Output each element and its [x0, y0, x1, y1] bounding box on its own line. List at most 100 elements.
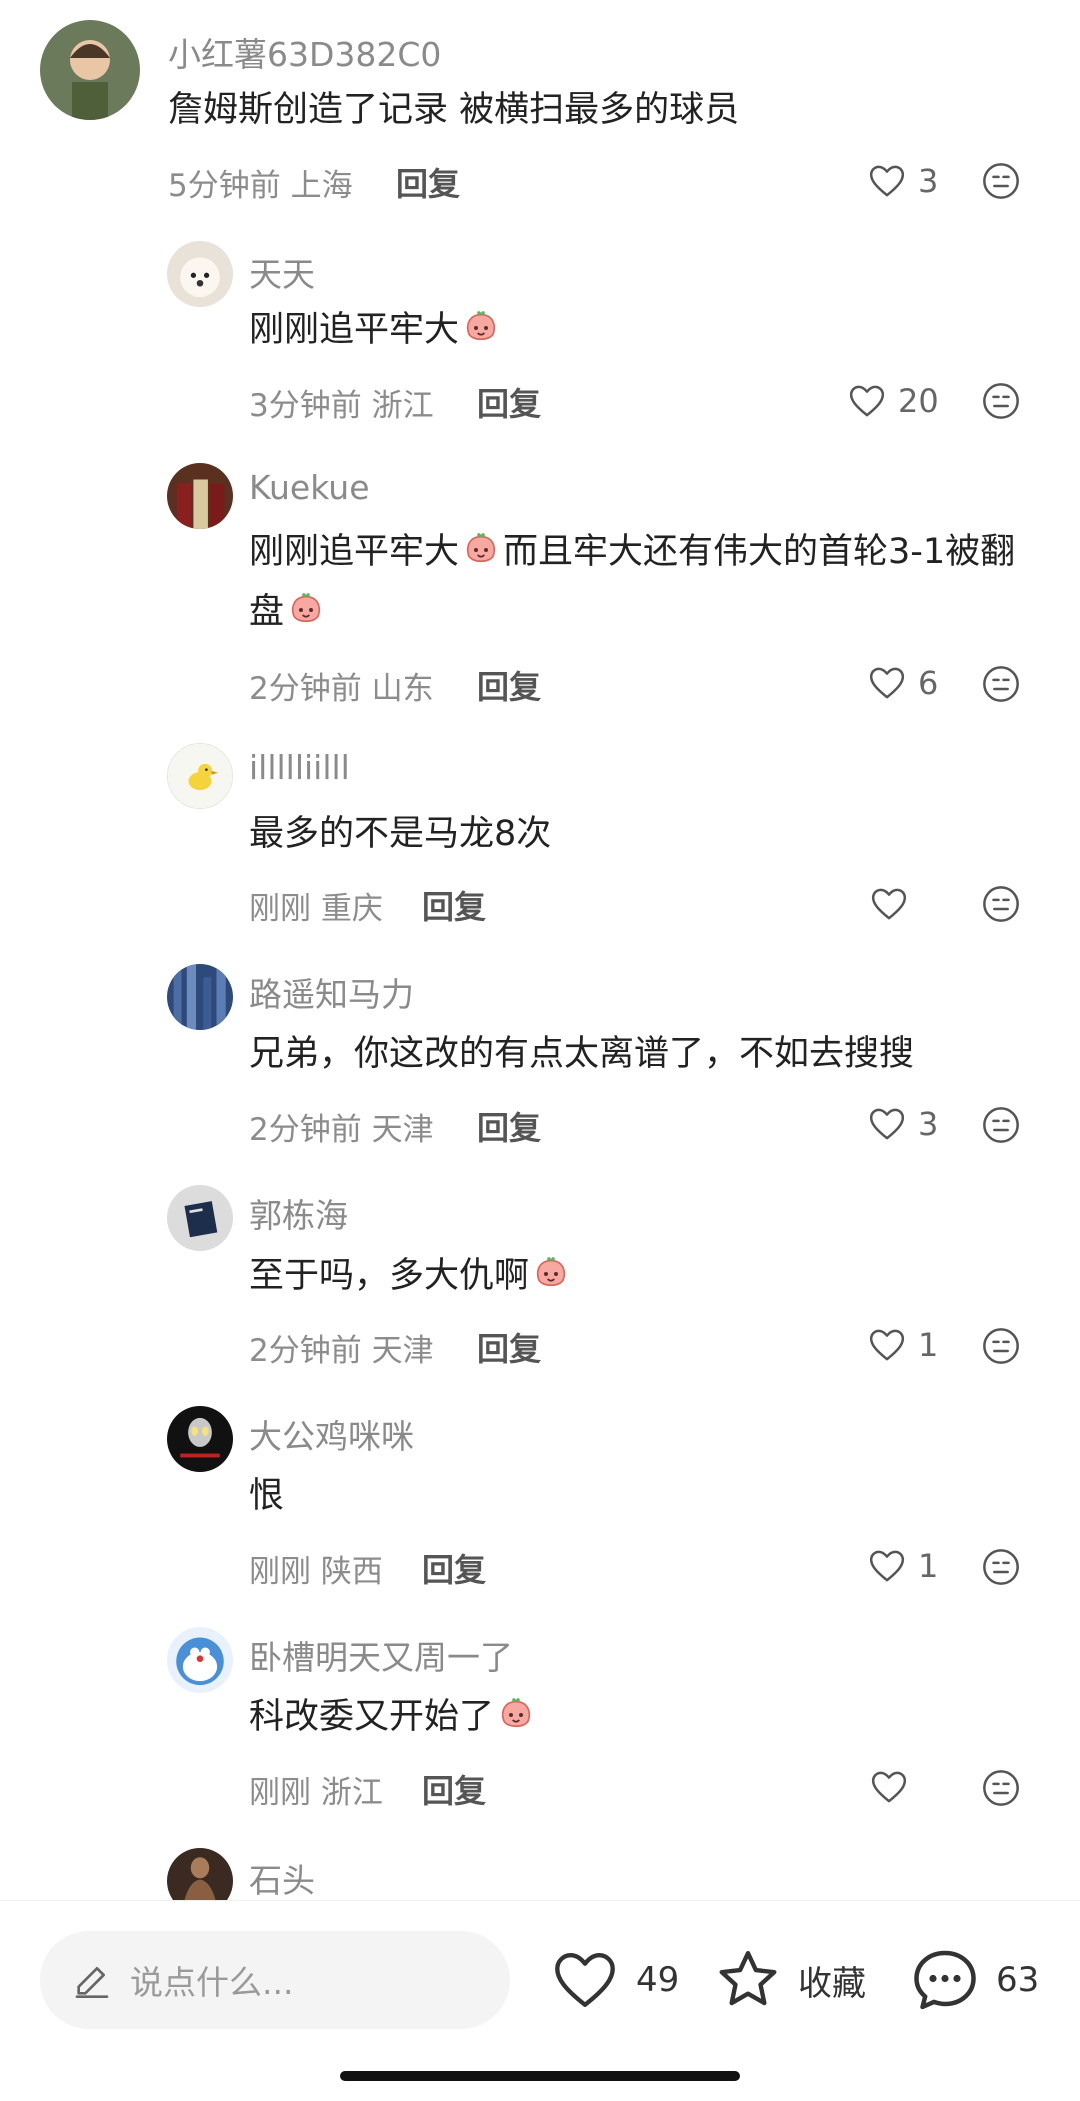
like-button[interactable]: 3	[866, 1101, 938, 1147]
heart-outline-icon	[846, 381, 888, 421]
comment-username[interactable]: 小红薯63D382C0	[168, 28, 441, 76]
comment-time: 刚刚	[249, 1554, 311, 1590]
comment-meta: 2分钟前 天津	[249, 1104, 434, 1149]
reply-button[interactable]: 回复	[422, 1766, 486, 1812]
comment-location: 天津	[371, 1333, 434, 1369]
comment-time: 2分钟前	[249, 1112, 362, 1148]
comment-time: 5分钟前	[168, 168, 281, 204]
comment-meta: 刚刚 陕西	[249, 1546, 383, 1591]
reply-button[interactable]: 回复	[396, 159, 460, 205]
avatar[interactable]	[167, 1406, 233, 1472]
peach-emoji-icon	[531, 1254, 571, 1294]
heart-outline-icon	[868, 884, 910, 924]
comment-text-span: 刚刚追平牢大	[249, 310, 460, 350]
comment-text: 詹姆斯创造了记录 被横扫最多的球员	[168, 90, 740, 130]
emoji-face-icon[interactable]	[981, 381, 1021, 421]
like-button[interactable]: 3	[866, 158, 938, 204]
avatar[interactable]	[40, 20, 140, 120]
peach-emoji-icon	[496, 1695, 536, 1735]
comment-username[interactable]: Kuekue	[249, 468, 370, 507]
reply-button[interactable]: 回复	[477, 1103, 541, 1149]
comment-meta: 刚刚 浙江	[249, 1767, 383, 1812]
like-button[interactable]: 20	[846, 378, 939, 424]
comment-location: 天津	[371, 1112, 434, 1148]
like-count: 6	[918, 664, 939, 702]
peach-emoji-icon	[286, 590, 326, 630]
avatar[interactable]	[167, 743, 233, 809]
comment-text: 最多的不是马龙8次	[249, 814, 552, 854]
comment-time: 3分钟前	[249, 388, 362, 424]
heart-outline-icon	[866, 1104, 908, 1144]
comment-username[interactable]: 路遥知马力	[249, 968, 414, 1016]
reply-button[interactable]: 回复	[477, 1324, 541, 1370]
heart-outline-icon	[866, 161, 908, 201]
post-like-count: 49	[636, 1960, 680, 2000]
comment-text-span: 刚刚追平牢大	[249, 532, 460, 572]
comment-location: 陕西	[320, 1554, 383, 1590]
bottom-action-bar: 说点什么... 49 收藏 63	[0, 1900, 1080, 2101]
comment-count: 63	[996, 1960, 1040, 2000]
reply-button[interactable]: 回复	[477, 662, 541, 708]
comment-location: 浙江	[320, 1775, 383, 1811]
like-button[interactable]: 6	[866, 660, 938, 706]
comment-time: 2分钟前	[249, 1333, 362, 1369]
comment-text: 刚刚追平牢大 而且牢大还有伟大的首轮3-1被翻盘	[249, 522, 1049, 642]
comment-input[interactable]: 说点什么...	[40, 1931, 510, 2029]
avatar[interactable]	[167, 1627, 233, 1693]
like-button[interactable]: 1	[866, 1543, 938, 1589]
chat-bubble-icon	[914, 1950, 976, 2010]
avatar[interactable]	[167, 241, 233, 307]
emoji-face-icon[interactable]	[981, 1768, 1021, 1808]
reply-button[interactable]: 回复	[422, 882, 486, 928]
heart-outline-icon	[866, 1546, 908, 1586]
like-count: 3	[918, 1105, 939, 1143]
like-button[interactable]	[868, 881, 920, 927]
peach-emoji-icon	[461, 308, 501, 348]
like-post-button[interactable]: 49	[548, 1945, 679, 2015]
avatar[interactable]	[167, 964, 233, 1030]
like-count: 1	[918, 1547, 939, 1585]
comment-input-placeholder: 说点什么...	[130, 1963, 294, 2002]
heart-outline-icon	[555, 1953, 615, 2007]
comment-meta: 刚刚 重庆	[249, 883, 383, 928]
emoji-face-icon[interactable]	[981, 884, 1021, 924]
emoji-face-icon[interactable]	[981, 1326, 1021, 1366]
emoji-face-icon[interactable]	[981, 1105, 1021, 1145]
comment-username[interactable]: illllliilll	[249, 748, 350, 787]
emoji-face-icon[interactable]	[981, 161, 1021, 201]
comment-meta: 5分钟前 上海	[168, 160, 353, 205]
collect-button[interactable]: 收藏	[712, 1945, 866, 2015]
comment-location: 山东	[371, 671, 434, 707]
like-button[interactable]	[868, 1764, 920, 1810]
comment-text: 恨	[249, 1476, 285, 1516]
avatar[interactable]	[167, 463, 233, 529]
avatar[interactable]	[167, 1185, 233, 1251]
emoji-face-icon[interactable]	[981, 1547, 1021, 1587]
comment-text: 至于吗，多大仇啊	[249, 1246, 573, 1306]
comment-button[interactable]: 63	[908, 1945, 1039, 2015]
comment-username[interactable]: 石头	[249, 1854, 315, 1902]
comment-time: 刚刚	[249, 1775, 311, 1811]
comment-meta: 2分钟前 山东	[249, 663, 434, 708]
collect-label: 收藏	[798, 1963, 866, 2004]
comment-meta: 2分钟前 天津	[249, 1325, 434, 1370]
comment-username[interactable]: 天天	[249, 248, 315, 296]
reply-button[interactable]: 回复	[422, 1545, 486, 1591]
home-indicator[interactable]	[340, 2071, 740, 2081]
like-count: 20	[898, 382, 939, 420]
comment-text: 科改委又开始了	[249, 1687, 538, 1747]
comment-username[interactable]: 郭栋海	[249, 1189, 348, 1237]
like-count: 1	[918, 1326, 939, 1364]
comment-text: 兄弟，你这改的有点太离谱了，不如去搜搜	[249, 1034, 915, 1074]
like-count: 3	[918, 162, 939, 200]
reply-button[interactable]: 回复	[477, 379, 541, 425]
emoji-face-icon[interactable]	[981, 664, 1021, 704]
comment-time: 2分钟前	[249, 671, 362, 707]
comment-location: 浙江	[371, 388, 434, 424]
comment-text-span: 至于吗，多大仇啊	[249, 1256, 530, 1296]
like-button[interactable]: 1	[866, 1322, 938, 1368]
comment-text: 刚刚追平牢大	[249, 300, 503, 360]
comment-username[interactable]: 大公鸡咪咪	[249, 1410, 414, 1458]
heart-outline-icon	[868, 1767, 910, 1807]
comment-username[interactable]: 卧槽明天又周一了	[249, 1631, 513, 1679]
